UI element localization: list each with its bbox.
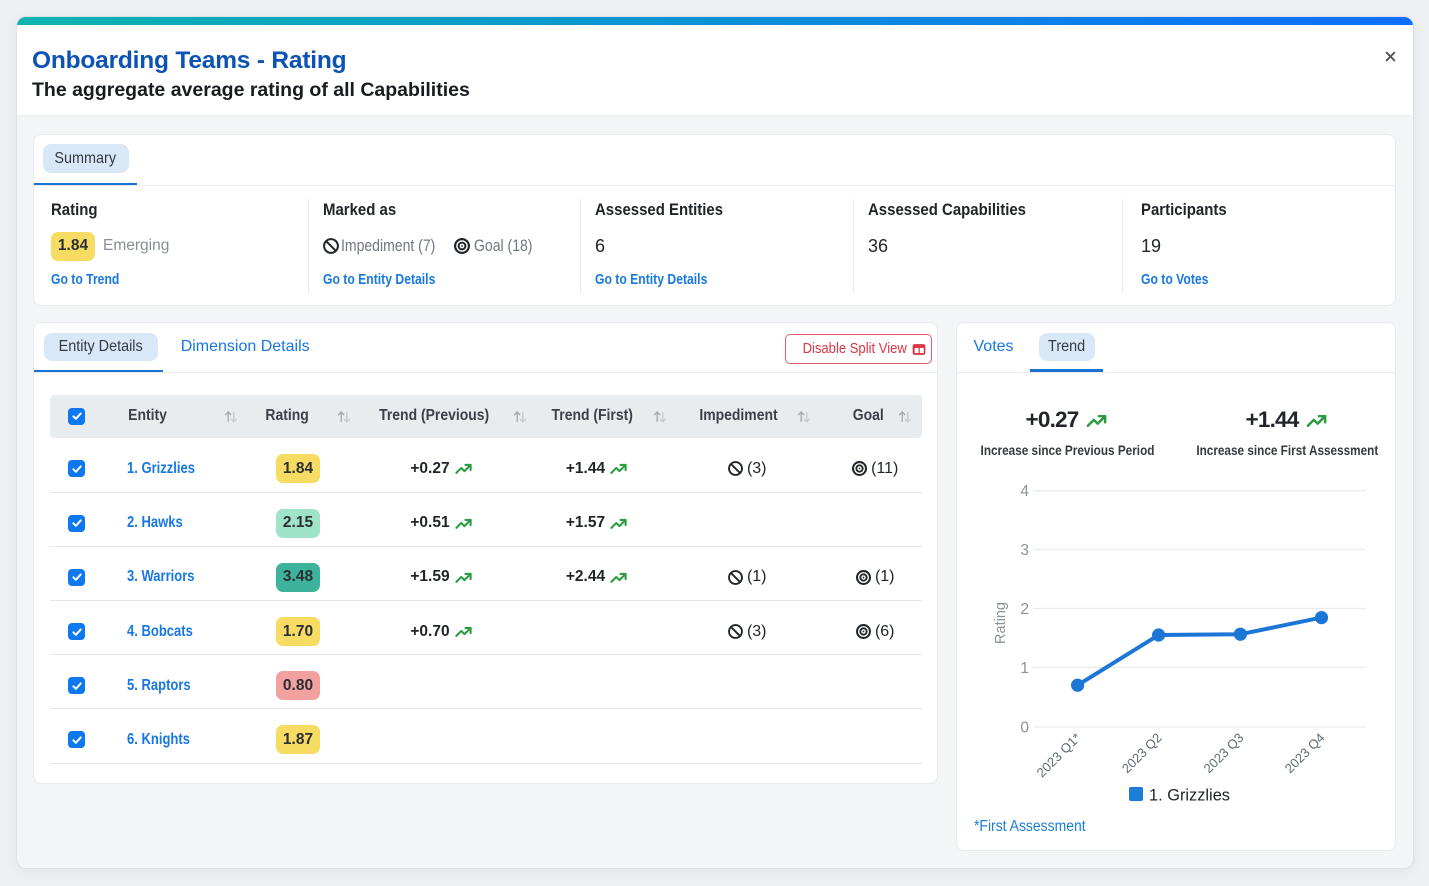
svg-text:2023 Q4: 2023 Q4 (1282, 730, 1328, 776)
svg-text:3: 3 (1020, 542, 1029, 559)
svg-text:0: 0 (1020, 720, 1029, 737)
svg-text:2023 Q2: 2023 Q2 (1119, 730, 1165, 776)
svg-text:1. Grizzlies: 1. Grizzlies (1149, 786, 1230, 805)
svg-text:2023 Q1*: 2023 Q1* (1034, 730, 1084, 780)
svg-text:4: 4 (1020, 483, 1029, 500)
svg-text:2023 Q3: 2023 Q3 (1201, 730, 1247, 776)
svg-text:1: 1 (1020, 660, 1029, 677)
svg-text:2: 2 (1020, 601, 1029, 618)
svg-text:Rating: Rating (993, 602, 1009, 644)
